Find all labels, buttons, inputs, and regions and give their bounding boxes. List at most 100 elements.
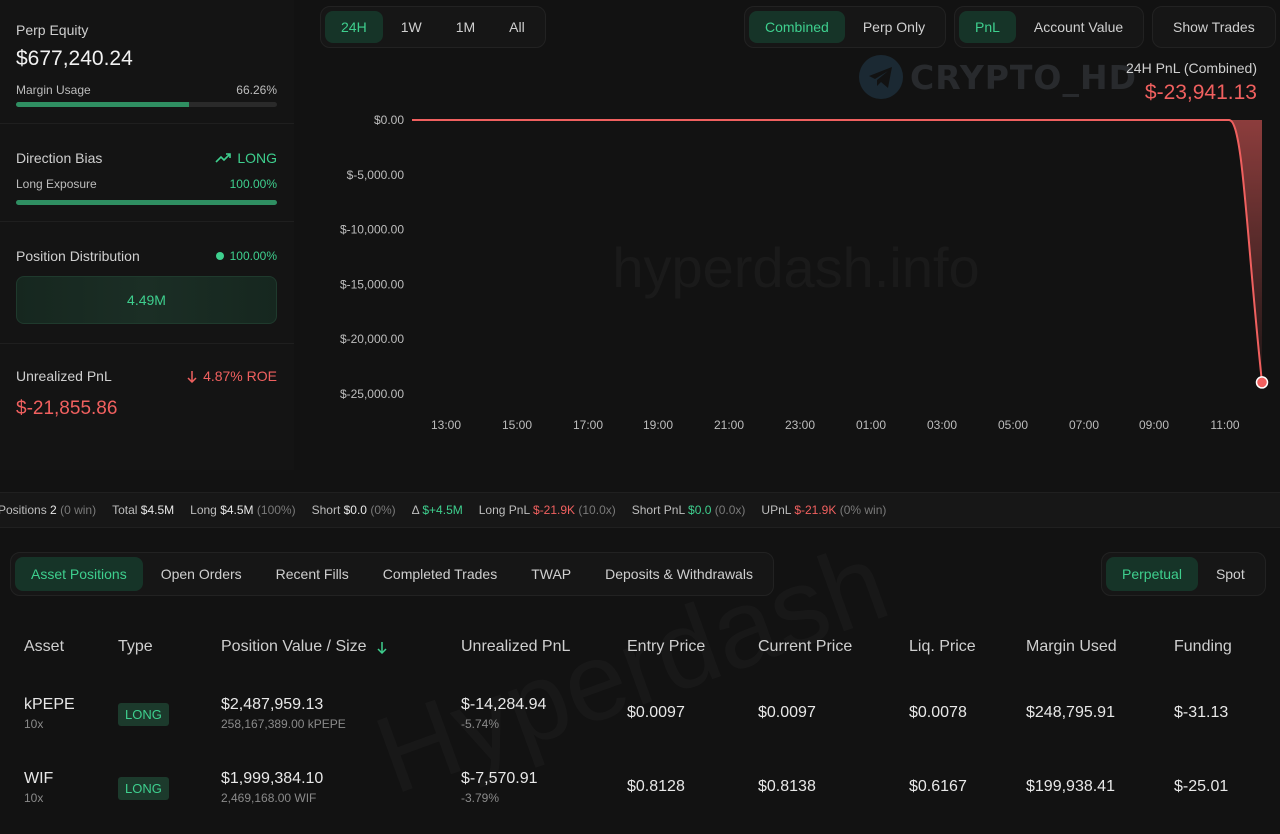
- x-tick-label: 09:00: [1139, 418, 1169, 432]
- long-exposure-label: Long Exposure: [16, 177, 97, 191]
- col-funding[interactable]: Funding: [1174, 638, 1232, 656]
- perp-equity-label: Perp Equity: [16, 22, 89, 38]
- margin-usage-label: Margin Usage: [16, 83, 91, 97]
- tab-perpetual[interactable]: Perpetual: [1106, 557, 1198, 591]
- x-tick-label: 05:00: [998, 418, 1028, 432]
- stat-label: Long PnL: [478, 503, 530, 517]
- tab-open-orders[interactable]: Open Orders: [145, 557, 258, 591]
- x-tick-label: 01:00: [856, 418, 886, 432]
- y-tick-label: $-25,000.00: [340, 387, 404, 401]
- long-dot-icon: [215, 252, 224, 260]
- col-margin-used[interactable]: Margin Used: [1026, 638, 1117, 656]
- direction-bias-text: LONG: [237, 150, 277, 166]
- unrealized-pnl-label: Unrealized PnL: [16, 368, 112, 384]
- margin-used: $199,938.41: [1026, 778, 1115, 795]
- stat-detail: (0 win): [60, 503, 97, 517]
- stat-item: UPnL $-21.9K (0% win): [761, 503, 886, 517]
- stat-value: $0.0: [688, 503, 712, 517]
- y-tick-label: $-5,000.00: [347, 168, 405, 182]
- current-price: $0.0097: [758, 704, 816, 721]
- stat-value: $4.5M: [140, 503, 175, 517]
- col-type[interactable]: Type: [118, 638, 153, 656]
- entry-price: $0.0097: [627, 704, 685, 721]
- funding-value: $-31.13: [1174, 704, 1229, 721]
- stat-label: Total: [112, 503, 138, 517]
- asset-name: WIF: [24, 770, 54, 787]
- asset-leverage: 10x: [24, 717, 44, 731]
- stat-detail: (0% win): [839, 503, 887, 517]
- x-tick-label: 11:00: [1210, 418, 1239, 432]
- type-badge: LONG: [118, 777, 169, 800]
- perp-equity-value: $677,240.24: [16, 47, 133, 70]
- perp-equity-section: Perp Equity $677,240.24 Margin Usage 66.…: [0, 0, 294, 124]
- tab-recent-fills[interactable]: Recent Fills: [260, 557, 365, 591]
- y-tick-label: $-15,000.00: [340, 277, 404, 291]
- trending-up-icon: [215, 153, 232, 163]
- upnl-value: $-14,284.94: [461, 696, 547, 713]
- pnl-last-point[interactable]: [1255, 376, 1269, 389]
- stat-detail: (0%): [370, 503, 396, 517]
- position-value: $2,487,959.13: [221, 696, 324, 713]
- col-position-value[interactable]: Position Value / Size: [221, 638, 387, 656]
- market-tabs: Perpetual Spot: [1101, 552, 1266, 596]
- direction-bias-value: LONG: [215, 150, 277, 166]
- y-tick-label: $-20,000.00: [340, 332, 404, 346]
- col-unrealized-pnl[interactable]: Unrealized PnL: [461, 638, 570, 656]
- stat-label: Δ: [411, 503, 420, 517]
- tab-completed-trades[interactable]: Completed Trades: [367, 557, 513, 591]
- stat-item: Long PnL $-21.9K (10.0x): [479, 503, 616, 517]
- direction-section: Direction Bias LONG Long Exposure 100.00…: [0, 124, 294, 222]
- stat-value: $0.0: [343, 503, 367, 517]
- tab-spot[interactable]: Spot: [1200, 557, 1261, 591]
- stat-value: $4.5M: [220, 503, 254, 517]
- x-tick-label: 19:00: [643, 418, 673, 432]
- x-tick-label: 17:00: [573, 418, 603, 432]
- stat-label: Positions: [0, 503, 47, 517]
- x-tick-label: 23:00: [785, 418, 815, 432]
- roe-value: 4.87% ROE: [187, 368, 277, 384]
- distribution-section: Position Distribution 100.00% 4.49M: [0, 222, 294, 344]
- stat-label: Short PnL: [631, 503, 685, 517]
- margin-usage-bar: [16, 102, 277, 107]
- col-asset[interactable]: Asset: [24, 638, 64, 656]
- margin-usage-value: 66.26%: [236, 83, 277, 97]
- upnl-pct: -5.74%: [461, 717, 500, 731]
- x-tick-label: 13:00: [431, 418, 461, 432]
- roe-text: 4.87% ROE: [203, 368, 277, 384]
- stat-label: Short: [311, 503, 341, 517]
- chart-area: 24H 1W 1M All Combined Perp Only PnL Acc…: [294, 0, 1280, 470]
- tab-asset-positions[interactable]: Asset Positions: [15, 557, 143, 591]
- pnl-chart[interactable]: hyperdash.info $0.00 $-5,000.00 $-10,000.0…: [294, 0, 1280, 470]
- position-distribution-label: Position Distribution: [16, 248, 140, 264]
- liq-price: $0.0078: [909, 704, 967, 721]
- col-liq-price[interactable]: Liq. Price: [909, 638, 976, 656]
- long-exposure-bar: [16, 200, 277, 205]
- type-badge: LONG: [118, 703, 169, 726]
- x-tick-label: 21:00: [714, 418, 744, 432]
- unrealized-pnl-value: $-21,855.86: [16, 398, 118, 419]
- upnl-pct: -3.79%: [461, 791, 500, 805]
- position-size: 2,469,168.00 WIF: [221, 791, 317, 805]
- margin-used: $248,795.91: [1026, 704, 1115, 721]
- x-tick-label: 15:00: [502, 418, 532, 432]
- stat-item: Δ $+4.5M: [412, 503, 463, 517]
- funding-value: $-25.01: [1174, 778, 1229, 795]
- stat-value: $+4.5M: [422, 503, 463, 517]
- stat-item: Long $4.5M (100%): [190, 503, 295, 517]
- long-exposure-value: 100.00%: [229, 177, 277, 191]
- summary-panel: Perp Equity $677,240.24 Margin Usage 66.…: [0, 0, 294, 470]
- stat-item: Total $4.5M: [112, 503, 174, 517]
- hyperdash-watermark: hyperdash.info: [612, 236, 979, 299]
- col-current-price[interactable]: Current Price: [758, 638, 852, 656]
- position-value: $1,999,384.10: [221, 770, 324, 787]
- stat-detail: (100%): [256, 503, 296, 517]
- current-price: $0.8138: [758, 778, 816, 795]
- stat-item: Short $0.0 (0%): [312, 503, 396, 517]
- col-entry-price[interactable]: Entry Price: [627, 638, 705, 656]
- asset-leverage: 10x: [24, 791, 44, 805]
- distribution-bar[interactable]: 4.49M: [16, 276, 277, 324]
- liq-price: $0.6167: [909, 778, 967, 795]
- tab-twap[interactable]: TWAP: [515, 557, 587, 591]
- stat-value: 2: [50, 503, 57, 517]
- upnl-section: Unrealized PnL 4.87% ROE $-21,855.86: [0, 344, 294, 470]
